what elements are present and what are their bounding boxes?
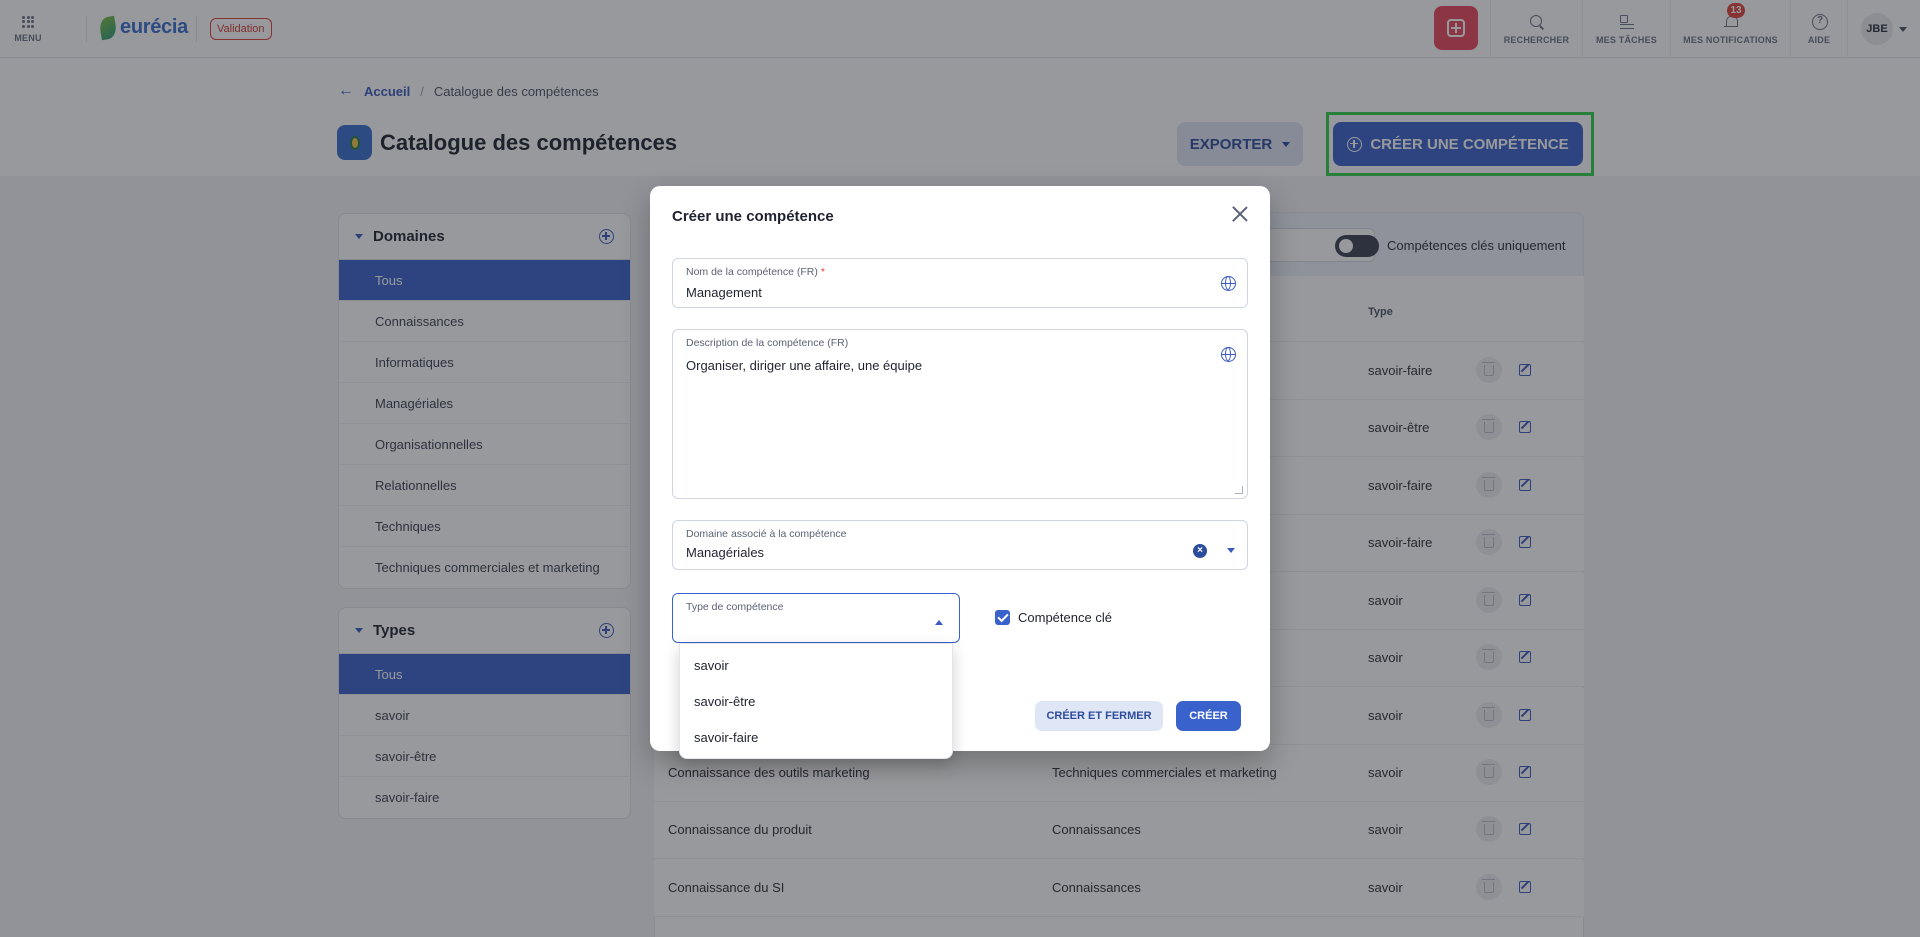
globe-icon[interactable] (1221, 276, 1236, 291)
competence-description-field[interactable]: Description de la compétence (FR) Organi… (672, 329, 1248, 499)
close-icon[interactable] (1230, 204, 1250, 224)
competence-domain-select[interactable]: Domaine associé à la compétence Managéri… (672, 520, 1248, 570)
resize-handle[interactable] (1235, 486, 1243, 494)
create-and-close-button[interactable]: CRÉER ET FERMER (1035, 701, 1163, 731)
dialog-title: Créer une compétence (672, 208, 834, 225)
competence-name-label: Nom de la compétence (FR) * (686, 266, 825, 278)
create-button[interactable]: CRÉER (1176, 701, 1241, 731)
chevron-down-icon[interactable] (1227, 548, 1235, 553)
type-option-savoir[interactable]: savoir (680, 647, 952, 683)
globe-icon[interactable] (1221, 347, 1236, 362)
competence-name-field[interactable]: Nom de la compétence (FR) * Management (672, 258, 1248, 308)
competence-name-label-text: Nom de la compétence (FR) (686, 266, 818, 278)
clear-icon[interactable]: × (1193, 544, 1207, 558)
competence-description-label: Description de la compétence (FR) (686, 337, 849, 349)
competence-domain-label: Domaine associé à la compétence (686, 528, 847, 540)
key-competence-checkbox[interactable] (995, 610, 1010, 625)
key-competence-label[interactable]: Compétence clé (1018, 610, 1112, 625)
required-marker: * (820, 266, 825, 278)
type-option-savoir-faire[interactable]: savoir-faire (680, 719, 952, 755)
chevron-up-icon[interactable] (935, 620, 943, 625)
competence-type-select[interactable]: Type de compétence (672, 593, 960, 643)
competence-domain-value: Managériales (686, 545, 765, 560)
type-option-savoir-etre[interactable]: savoir-être (680, 683, 952, 719)
competence-description-value: Organiser, diriger une affaire, une équi… (686, 358, 923, 373)
type-options-dropdown: savoir savoir-être savoir-faire (679, 643, 953, 759)
competence-name-value: Management (686, 285, 762, 300)
competence-type-label: Type de compétence (686, 601, 784, 613)
